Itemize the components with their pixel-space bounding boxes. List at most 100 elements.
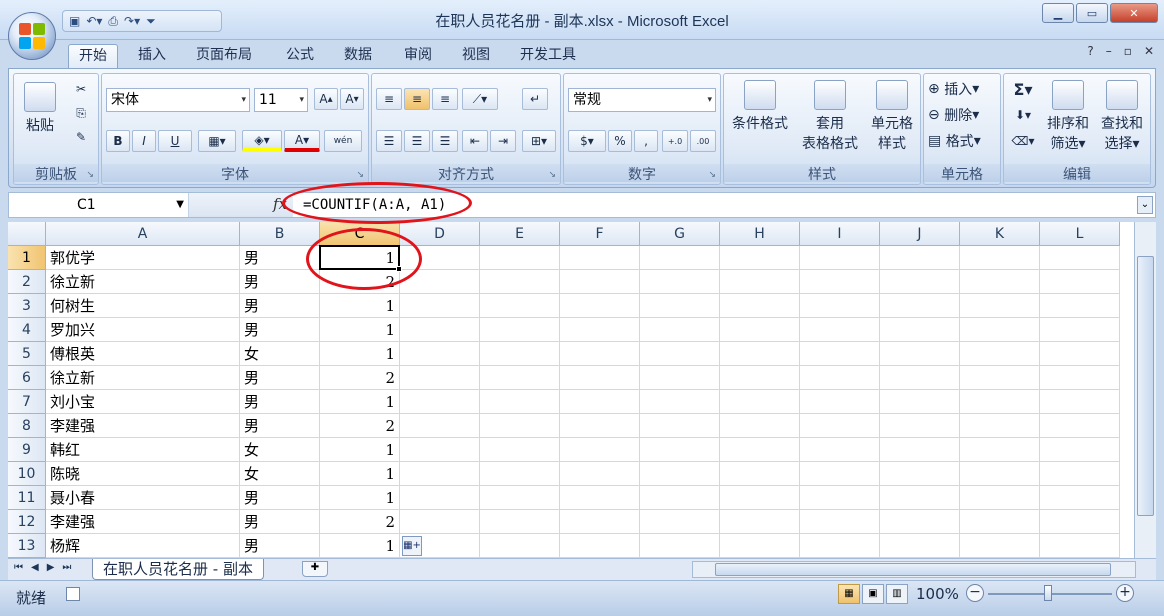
zoom-level[interactable]: 100%: [916, 585, 959, 603]
cell-j13[interactable]: [880, 534, 960, 558]
format-cells-button[interactable]: ▤ 格式 ▾: [928, 130, 998, 152]
page-layout-view-icon[interactable]: ▣: [862, 584, 884, 604]
format-as-table-button[interactable]: 套用 表格格式: [792, 80, 868, 154]
page-break-view-icon[interactable]: ▥: [886, 584, 908, 604]
cell-f12[interactable]: [560, 510, 640, 534]
cell-c7[interactable]: 1: [320, 390, 400, 414]
cell-a6[interactable]: 徐立新: [46, 366, 240, 390]
row-header[interactable]: 12: [8, 510, 46, 534]
phonetic-button[interactable]: wén: [324, 130, 362, 152]
cell-i3[interactable]: [800, 294, 880, 318]
cell-l9[interactable]: [1040, 438, 1120, 462]
ribbon-minimize-icon[interactable]: –: [1106, 44, 1112, 58]
ribbon-restore-icon[interactable]: ▫: [1124, 44, 1132, 58]
horizontal-scroll-thumb[interactable]: [715, 563, 1111, 576]
row-header[interactable]: 4: [8, 318, 46, 342]
cell-c6[interactable]: 2: [320, 366, 400, 390]
align-bottom-button[interactable]: ≡: [432, 88, 458, 110]
dialog-launcher-icon[interactable]: ↘: [708, 170, 716, 180]
insert-cells-button[interactable]: ⊕ 插入 ▾: [928, 78, 998, 100]
cell-i10[interactable]: [800, 462, 880, 486]
last-sheet-icon[interactable]: ⏭: [62, 562, 71, 573]
cell-b2[interactable]: 男: [240, 270, 320, 294]
cell-a9[interactable]: 韩红: [46, 438, 240, 462]
cell-c9[interactable]: 1: [320, 438, 400, 462]
cell-h3[interactable]: [720, 294, 800, 318]
cell-h7[interactable]: [720, 390, 800, 414]
cell-e1[interactable]: [480, 246, 560, 270]
cell-f1[interactable]: [560, 246, 640, 270]
column-header-k[interactable]: K: [960, 222, 1040, 246]
cell-a2[interactable]: 徐立新: [46, 270, 240, 294]
cell-e4[interactable]: [480, 318, 560, 342]
cell-b12[interactable]: 男: [240, 510, 320, 534]
cell-b8[interactable]: 男: [240, 414, 320, 438]
cell-b7[interactable]: 男: [240, 390, 320, 414]
worksheet-grid[interactable]: A B C D E F G H I J K L 1 郭优学男 1 2 徐立新男 2 3 何树生男 1 4 罗加兴男 1 5 傅根英…: [8, 222, 1134, 558]
cell-e12[interactable]: [480, 510, 560, 534]
column-header-j[interactable]: J: [880, 222, 960, 246]
cell-g6[interactable]: [640, 366, 720, 390]
cell-c3[interactable]: 1: [320, 294, 400, 318]
cell-h8[interactable]: [720, 414, 800, 438]
help-icon[interactable]: ?: [1087, 44, 1093, 58]
tab-review[interactable]: 审阅: [394, 44, 442, 68]
copy-icon[interactable]: ⎘: [70, 102, 92, 124]
font-name-combo[interactable]: 宋体 ▾: [106, 88, 250, 112]
cell-a3[interactable]: 何树生: [46, 294, 240, 318]
cell-h6[interactable]: [720, 366, 800, 390]
cell-l7[interactable]: [1040, 390, 1120, 414]
cell-d11[interactable]: [400, 486, 480, 510]
cell-k8[interactable]: [960, 414, 1040, 438]
normal-view-icon[interactable]: ▦: [838, 584, 860, 604]
cell-g13[interactable]: [640, 534, 720, 558]
cell-c4[interactable]: 1: [320, 318, 400, 342]
cell-h13[interactable]: [720, 534, 800, 558]
column-header-a[interactable]: A: [46, 222, 240, 246]
underline-button[interactable]: U: [158, 130, 192, 152]
cell-a13[interactable]: 杨辉: [46, 534, 240, 558]
align-center-button[interactable]: ☰: [404, 130, 430, 152]
tab-insert[interactable]: 插入: [128, 44, 176, 68]
fill-icon[interactable]: ⬇▾: [1008, 104, 1038, 126]
first-sheet-icon[interactable]: ⏮: [14, 562, 23, 573]
dialog-launcher-icon[interactable]: ↘: [548, 170, 556, 180]
cell-e13[interactable]: [480, 534, 560, 558]
cell-j3[interactable]: [880, 294, 960, 318]
cell-g8[interactable]: [640, 414, 720, 438]
cell-l12[interactable]: [1040, 510, 1120, 534]
cell-c13[interactable]: 1: [320, 534, 400, 558]
cell-j5[interactable]: [880, 342, 960, 366]
row-header[interactable]: 2: [8, 270, 46, 294]
cell-e5[interactable]: [480, 342, 560, 366]
cell-a5[interactable]: 傅根英: [46, 342, 240, 366]
cell-i11[interactable]: [800, 486, 880, 510]
cell-k2[interactable]: [960, 270, 1040, 294]
cell-i13[interactable]: [800, 534, 880, 558]
shrink-font-button[interactable]: A ▾: [340, 88, 364, 110]
cell-h11[interactable]: [720, 486, 800, 510]
expand-formula-bar-button[interactable]: ⌄: [1137, 196, 1153, 214]
cell-j8[interactable]: [880, 414, 960, 438]
cell-e8[interactable]: [480, 414, 560, 438]
cell-l3[interactable]: [1040, 294, 1120, 318]
cell-j1[interactable]: [880, 246, 960, 270]
cell-d6[interactable]: [400, 366, 480, 390]
cell-f2[interactable]: [560, 270, 640, 294]
cell-i4[interactable]: [800, 318, 880, 342]
cell-f10[interactable]: [560, 462, 640, 486]
tab-page-layout[interactable]: 页面布局: [186, 44, 262, 68]
zoom-out-icon[interactable]: −: [966, 584, 984, 602]
decrease-indent-button[interactable]: ⇤: [462, 130, 488, 152]
row-header[interactable]: 11: [8, 486, 46, 510]
cell-g7[interactable]: [640, 390, 720, 414]
cell-f3[interactable]: [560, 294, 640, 318]
wrap-text-button[interactable]: ↵: [522, 88, 548, 110]
select-all-corner[interactable]: [8, 222, 46, 246]
cell-h9[interactable]: [720, 438, 800, 462]
maximize-button[interactable]: ▭: [1076, 3, 1108, 23]
office-button[interactable]: [8, 12, 56, 60]
cell-i8[interactable]: [800, 414, 880, 438]
tab-home[interactable]: 开始: [68, 44, 118, 70]
cell-e10[interactable]: [480, 462, 560, 486]
